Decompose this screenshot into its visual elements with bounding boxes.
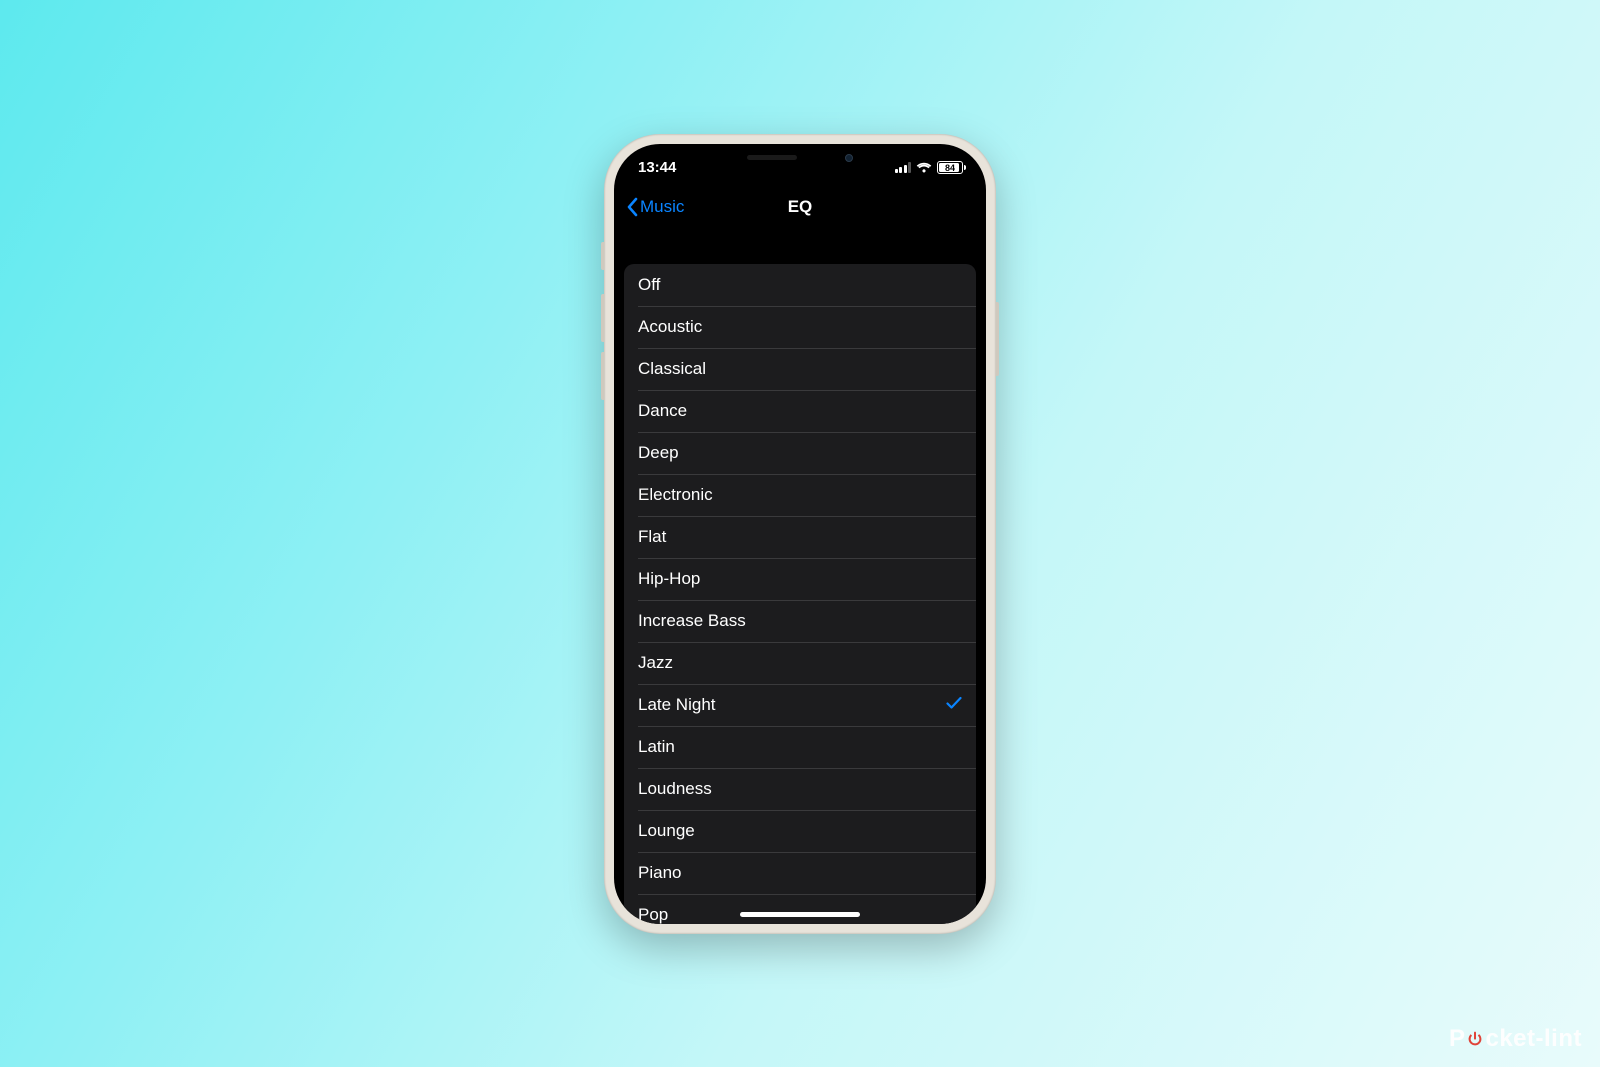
eq-option-row[interactable]: Pop <box>624 894 976 924</box>
eq-option-row[interactable]: Latin <box>624 726 976 768</box>
eq-option-label: Jazz <box>638 653 673 673</box>
navigation-bar: Music EQ <box>614 186 986 228</box>
home-indicator[interactable] <box>740 912 860 917</box>
chevron-left-icon <box>626 197 638 217</box>
cellular-signal-icon <box>895 162 912 173</box>
eq-option-row[interactable]: Lounge <box>624 810 976 852</box>
eq-option-row[interactable]: Off <box>624 264 976 306</box>
eq-option-label: Flat <box>638 527 666 547</box>
power-button <box>996 302 999 376</box>
eq-option-label: Dance <box>638 401 687 421</box>
phone-frame: 13:44 84 <box>604 134 996 934</box>
battery-icon: 84 <box>937 161 966 174</box>
eq-option-row[interactable]: Loudness <box>624 768 976 810</box>
phone-screen: 13:44 84 <box>614 144 986 924</box>
checkmark-icon <box>946 695 962 715</box>
eq-option-row[interactable]: Electronic <box>624 474 976 516</box>
watermark: P cket-lint <box>1449 1025 1582 1053</box>
front-camera <box>845 154 853 162</box>
status-time: 13:44 <box>638 153 676 176</box>
volume-up-button <box>601 294 604 342</box>
silent-switch <box>601 242 604 270</box>
eq-option-label: Deep <box>638 443 679 463</box>
eq-option-label: Lounge <box>638 821 695 841</box>
eq-option-row[interactable]: Dance <box>624 390 976 432</box>
back-button[interactable]: Music <box>620 186 690 228</box>
eq-option-row[interactable]: Increase Bass <box>624 600 976 642</box>
page-title: EQ <box>788 197 813 217</box>
watermark-prefix: P <box>1449 1025 1466 1053</box>
eq-option-row[interactable]: Flat <box>624 516 976 558</box>
eq-option-row[interactable]: Deep <box>624 432 976 474</box>
eq-option-row[interactable]: Hip-Hop <box>624 558 976 600</box>
eq-option-row[interactable]: Late Night <box>624 684 976 726</box>
eq-option-row[interactable]: Jazz <box>624 642 976 684</box>
eq-option-label: Loudness <box>638 779 712 799</box>
eq-option-label: Piano <box>638 863 681 883</box>
eq-option-label: Off <box>638 275 660 295</box>
eq-option-label: Increase Bass <box>638 611 746 631</box>
eq-option-label: Hip-Hop <box>638 569 700 589</box>
volume-down-button <box>601 352 604 400</box>
eq-option-label: Electronic <box>638 485 713 505</box>
eq-option-row[interactable]: Acoustic <box>624 306 976 348</box>
watermark-suffix: cket-lint <box>1485 1025 1582 1053</box>
eq-option-row[interactable]: Classical <box>624 348 976 390</box>
battery-percentage: 84 <box>945 163 955 173</box>
eq-option-label: Acoustic <box>638 317 702 337</box>
eq-option-label: Classical <box>638 359 706 379</box>
back-button-label: Music <box>640 197 684 217</box>
earpiece-speaker <box>747 155 797 160</box>
eq-option-label: Pop <box>638 905 668 924</box>
notch <box>715 144 885 172</box>
eq-options-list[interactable]: Off Acoustic Classical Dance Deep Electronic F… <box>624 264 976 924</box>
wifi-icon <box>916 162 932 174</box>
eq-option-label: Latin <box>638 737 675 757</box>
power-icon <box>1466 1030 1484 1048</box>
eq-option-row[interactable]: Piano <box>624 852 976 894</box>
eq-option-label: Late Night <box>638 695 716 715</box>
